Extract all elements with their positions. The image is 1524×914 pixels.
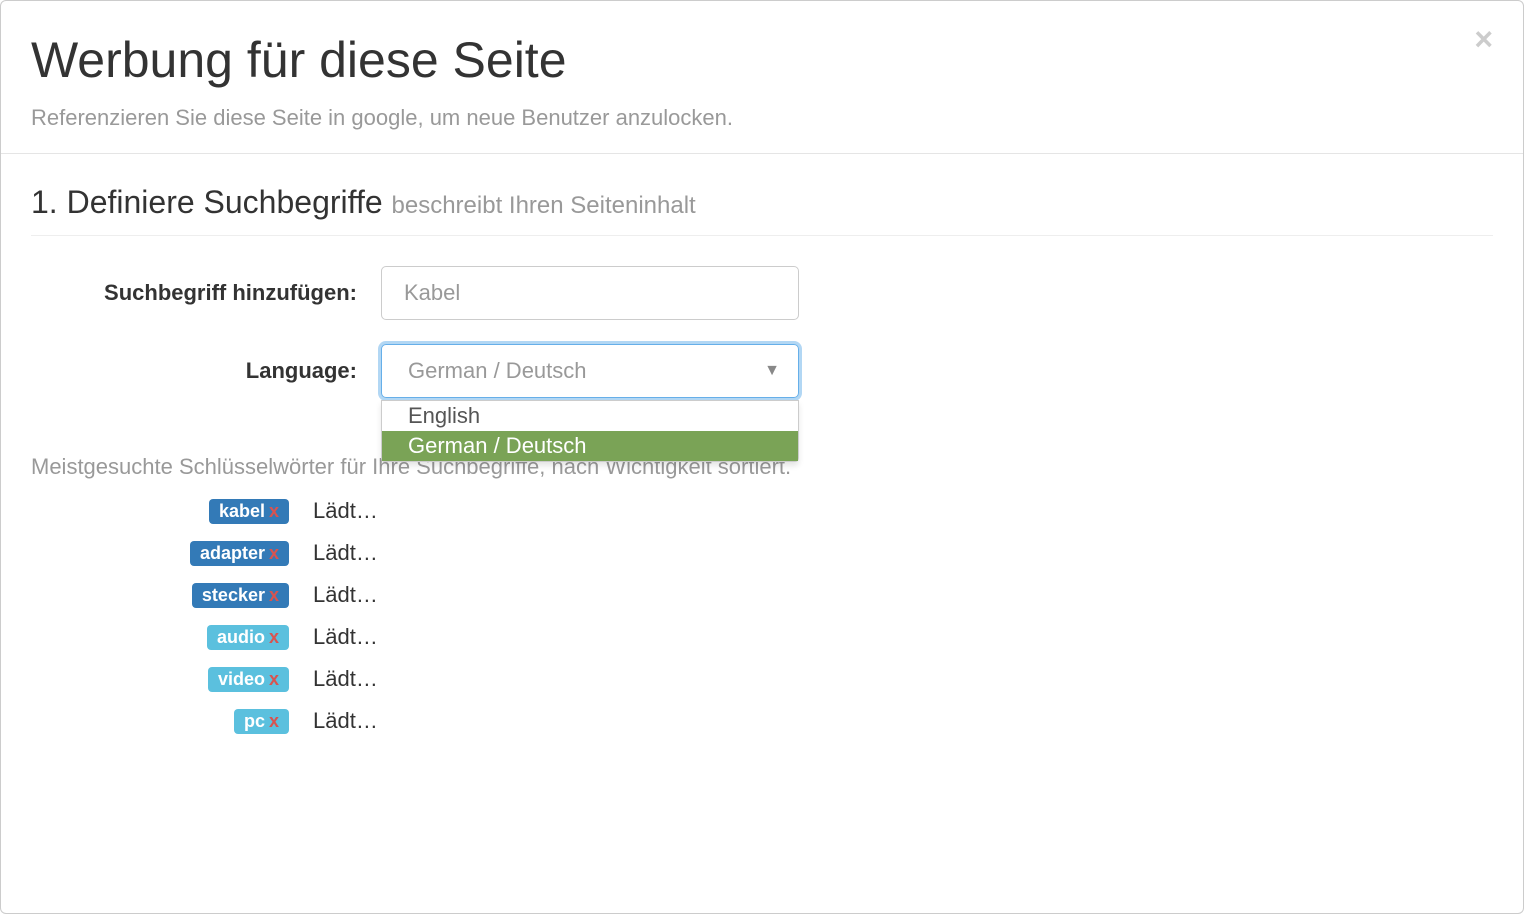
section-subtitle: beschreibt Ihren Seiteninhalt [392, 192, 696, 219]
keyword-status: Lädt… [313, 666, 378, 692]
section-title: 1. Definiere Suchbegriffe [31, 184, 383, 220]
keyword-status: Lädt… [313, 624, 378, 650]
section-header: 1. Definiere Suchbegriffe beschreibt Ihr… [31, 184, 1493, 236]
remove-keyword-icon[interactable]: x [269, 628, 279, 646]
keyword-area: pc x [31, 709, 313, 734]
form-row-keyword: Suchbegriff hinzufügen: [31, 266, 1493, 320]
keyword-label: Suchbegriff hinzufügen: [31, 280, 381, 306]
keyword-badge-adapter: adapter x [190, 541, 289, 566]
keyword-row: adapter x Lädt… [31, 540, 1493, 566]
modal-dialog: × Werbung für diese Seite Referenzieren … [0, 0, 1524, 914]
modal-subtitle: Referenzieren Sie diese Seite in google,… [31, 105, 1493, 131]
modal-header: Werbung für diese Seite Referenzieren Si… [1, 1, 1523, 154]
remove-keyword-icon[interactable]: x [269, 586, 279, 604]
keyword-row: audio x Lädt… [31, 624, 1493, 650]
close-icon[interactable]: × [1474, 23, 1493, 55]
language-select-value: German / Deutsch [408, 358, 587, 384]
modal-title: Werbung für diese Seite [31, 31, 1493, 89]
keyword-input[interactable] [381, 266, 799, 320]
keyword-badge-pc: pc x [234, 709, 289, 734]
remove-keyword-icon[interactable]: x [269, 712, 279, 730]
keyword-term: video [218, 670, 265, 688]
language-select-wrapper: German / Deutsch ▼ English German / Deut… [381, 344, 799, 398]
form-row-language: Language: German / Deutsch ▼ English Ger… [31, 344, 1493, 398]
keyword-badge-audio: audio x [207, 625, 289, 650]
keyword-row: kabel x Lädt… [31, 498, 1493, 524]
chevron-down-icon: ▼ [764, 362, 780, 380]
keyword-term: adapter [200, 544, 265, 562]
modal-body: 1. Definiere Suchbegriffe beschreibt Ihr… [1, 154, 1523, 780]
keyword-status: Lädt… [313, 498, 378, 524]
language-label: Language: [31, 358, 381, 384]
language-option-german[interactable]: German / Deutsch [382, 431, 798, 461]
keyword-status: Lädt… [313, 540, 378, 566]
keyword-row: video x Lädt… [31, 666, 1493, 692]
keyword-badge-stecker: stecker x [192, 583, 289, 608]
keyword-row: pc x Lädt… [31, 708, 1493, 734]
remove-keyword-icon[interactable]: x [269, 502, 279, 520]
keyword-row: stecker x Lädt… [31, 582, 1493, 608]
language-dropdown: English German / Deutsch [381, 400, 799, 462]
keyword-term: stecker [202, 586, 265, 604]
keyword-area: kabel x [31, 499, 313, 524]
language-select[interactable]: German / Deutsch ▼ [381, 344, 799, 398]
keyword-status: Lädt… [313, 708, 378, 734]
keyword-area: video x [31, 667, 313, 692]
remove-keyword-icon[interactable]: x [269, 670, 279, 688]
keyword-term: audio [217, 628, 265, 646]
keyword-area: stecker x [31, 583, 313, 608]
keyword-badge-kabel: kabel x [209, 499, 289, 524]
keyword-badge-video: video x [208, 667, 289, 692]
keyword-term: kabel [219, 502, 265, 520]
keyword-area: adapter x [31, 541, 313, 566]
language-option-english[interactable]: English [382, 401, 798, 431]
keyword-term: pc [244, 712, 265, 730]
keyword-status: Lädt… [313, 582, 378, 608]
keyword-area: audio x [31, 625, 313, 650]
remove-keyword-icon[interactable]: x [269, 544, 279, 562]
